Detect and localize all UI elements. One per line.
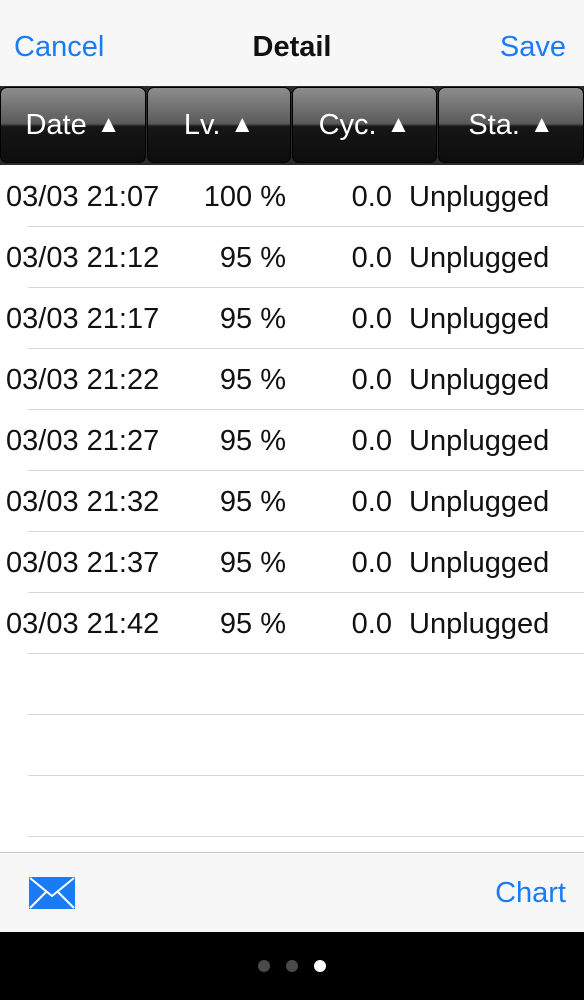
status-cell: Unplugged <box>409 547 550 579</box>
cycle-cell: 0.0 <box>351 425 392 457</box>
page-dots <box>0 960 584 972</box>
page-dot-3-current[interactable] <box>314 960 326 972</box>
empty-row <box>0 776 584 837</box>
date-cell: 03/03 21:12 <box>6 242 160 274</box>
level-cell: 95 % <box>219 303 286 335</box>
status-cell: Unplugged <box>409 425 550 457</box>
table-row[interactable]: 03/03 21:42 95 % 0.0 Unplugged <box>0 593 584 654</box>
date-cell: 03/03 21:17 <box>6 303 160 335</box>
sort-by-level-header[interactable]: Lv. ▲ <box>147 87 291 163</box>
status-cell: Unplugged <box>409 486 550 518</box>
column-header-row: Date ▲ Lv. ▲ Cyc. ▲ Sta. ▲ <box>0 86 584 165</box>
cycle-cell: 0.0 <box>351 181 392 213</box>
table-row[interactable]: 03/03 21:12 95 % 0.0 Unplugged <box>0 227 584 288</box>
cycle-cell: 0.0 <box>351 303 392 335</box>
bottom-toolbar: Chart <box>0 852 584 932</box>
status-cell: Unplugged <box>409 364 550 396</box>
date-cell: 03/03 21:32 <box>6 486 160 518</box>
envelope-icon[interactable] <box>29 877 75 909</box>
battery-log-table[interactable]: 03/03 21:07 100 % 0.0 Unplugged 03/03 21… <box>0 166 584 837</box>
sort-ascending-icon: ▲ <box>230 111 255 138</box>
date-cell: 03/03 21:07 <box>6 181 160 213</box>
page-indicator-bar <box>0 932 584 1000</box>
date-cell: 03/03 21:42 <box>6 608 160 640</box>
page-title: Detail <box>252 31 332 63</box>
status-cell: Unplugged <box>409 181 550 213</box>
status-cell: Unplugged <box>409 303 550 335</box>
status-cell: Unplugged <box>409 608 550 640</box>
empty-row <box>0 654 584 715</box>
level-cell: 100 % <box>203 181 286 213</box>
cycle-cell: 0.0 <box>351 364 392 396</box>
page-dot-1[interactable] <box>258 960 270 972</box>
save-button[interactable]: Save <box>500 27 566 67</box>
sort-by-status-header[interactable]: Sta. ▲ <box>438 87 584 163</box>
status-cell: Unplugged <box>409 242 550 274</box>
cycle-cell: 0.0 <box>351 486 392 518</box>
level-cell: 95 % <box>219 608 286 640</box>
sort-ascending-icon: ▲ <box>529 111 554 138</box>
chart-button[interactable]: Chart <box>495 873 566 913</box>
table-row[interactable]: 03/03 21:37 95 % 0.0 Unplugged <box>0 532 584 593</box>
table-row[interactable]: 03/03 21:17 95 % 0.0 Unplugged <box>0 288 584 349</box>
date-header-label: Date <box>25 108 87 141</box>
sort-by-cycle-header[interactable]: Cyc. ▲ <box>292 87 437 163</box>
level-cell: 95 % <box>219 364 286 396</box>
status-header-label: Sta. <box>468 108 520 141</box>
table-row[interactable]: 03/03 21:22 95 % 0.0 Unplugged <box>0 349 584 410</box>
date-cell: 03/03 21:22 <box>6 364 160 396</box>
page-dot-2[interactable] <box>286 960 298 972</box>
level-cell: 95 % <box>219 486 286 518</box>
cycle-header-label: Cyc. <box>318 108 377 141</box>
level-cell: 95 % <box>219 425 286 457</box>
level-header-label: Lv. <box>183 108 221 141</box>
empty-row <box>0 715 584 776</box>
level-cell: 95 % <box>219 242 286 274</box>
cycle-cell: 0.0 <box>351 242 392 274</box>
navigation-bar: Cancel Detail Save <box>0 0 584 88</box>
cycle-cell: 0.0 <box>351 547 392 579</box>
cycle-cell: 0.0 <box>351 608 392 640</box>
sort-ascending-icon: ▲ <box>386 111 411 138</box>
table-row[interactable]: 03/03 21:32 95 % 0.0 Unplugged <box>0 471 584 532</box>
level-cell: 95 % <box>219 547 286 579</box>
sort-ascending-icon: ▲ <box>96 111 121 138</box>
date-cell: 03/03 21:37 <box>6 547 160 579</box>
table-row[interactable]: 03/03 21:27 95 % 0.0 Unplugged <box>0 410 584 471</box>
table-row[interactable]: 03/03 21:07 100 % 0.0 Unplugged <box>0 166 584 227</box>
sort-by-date-header[interactable]: Date ▲ <box>0 87 146 163</box>
date-cell: 03/03 21:27 <box>6 425 160 457</box>
